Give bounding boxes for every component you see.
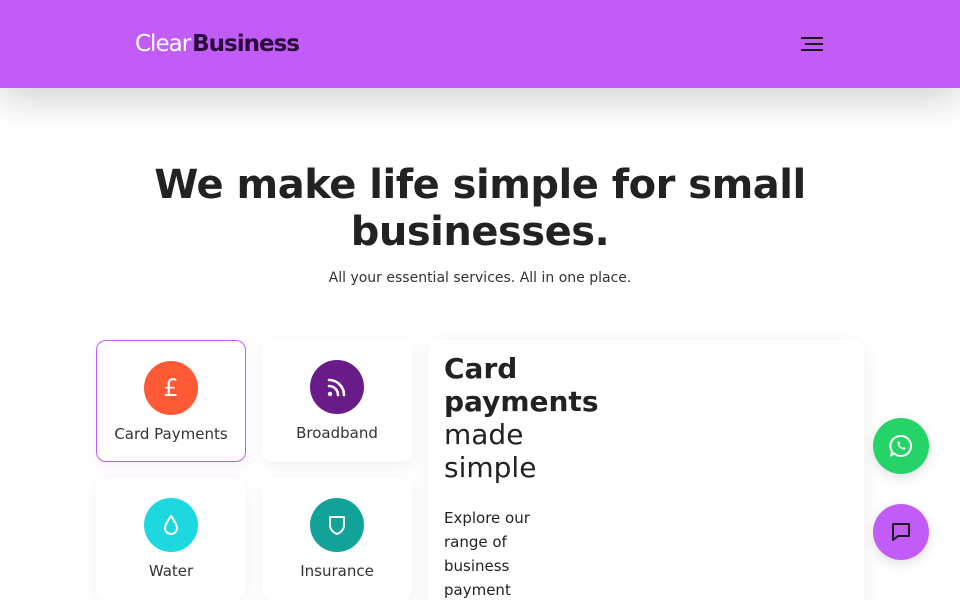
hero-subline: All your essential services. All in one … [328, 270, 632, 286]
service-label: Water [148, 562, 194, 580]
headline-bold: simple [452, 162, 599, 208]
service-label: Broadband [296, 424, 378, 442]
service-card-water[interactable]: Water [96, 478, 246, 600]
whatsapp-button[interactable] [873, 418, 929, 474]
detail-title-line2: payments [444, 385, 599, 418]
service-detail-panel: Card payments made simple Explore our ra… [428, 340, 864, 600]
chat-button[interactable] [873, 504, 929, 560]
hamburger-menu-button[interactable] [797, 30, 827, 58]
hamburger-menu-icon [801, 37, 823, 51]
pound-sign-icon: £ [144, 361, 198, 415]
logo-business: Business [192, 31, 300, 57]
service-card-insurance[interactable]: Insurance [262, 478, 412, 600]
chat-icon [892, 523, 910, 541]
detail-title-line4: simple [444, 451, 537, 484]
service-card-broadband[interactable]: Broadband [262, 340, 412, 462]
logo[interactable]: ClearBusiness [135, 30, 300, 58]
detail-title: Card payments made simple [444, 352, 604, 484]
detail-title-line3: made [444, 418, 524, 451]
service-card-card-payments[interactable]: £ Card Payments [96, 340, 246, 462]
detail-title-line1: Card [444, 352, 518, 385]
hero-headline: We make life simple for small businesses… [130, 162, 830, 256]
shield-icon [310, 498, 364, 552]
service-label: Card Payments [114, 425, 228, 443]
whatsapp-icon [889, 434, 913, 457]
wifi-icon [310, 360, 364, 414]
service-label: Insurance [300, 562, 374, 580]
site-header: ClearBusiness [0, 0, 960, 88]
water-drop-icon [144, 498, 198, 552]
headline-pre: We make life [154, 162, 453, 208]
logo-clear: Clear [135, 31, 191, 57]
detail-description: Explore our range of business payment [444, 509, 530, 599]
